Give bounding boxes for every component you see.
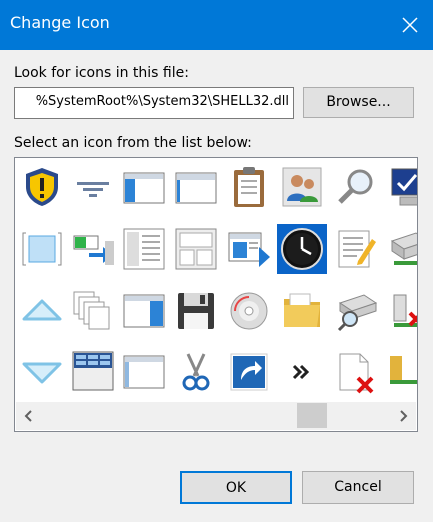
funnel-icon[interactable] [70, 164, 116, 210]
users-icon[interactable] [279, 164, 325, 210]
shield-warning-icon[interactable] [19, 164, 65, 210]
file-path-value: %SystemRoot%\System32\SHELL32.dll [35, 94, 289, 109]
window-blue-pane-icon[interactable] [121, 288, 167, 334]
computer-check-icon[interactable] [385, 164, 417, 210]
up-arrow-icon[interactable] [19, 288, 65, 334]
double-chevron-icon[interactable] [279, 349, 325, 395]
clock-icon[interactable] [277, 224, 327, 274]
taskbar-window-icon[interactable] [70, 349, 116, 395]
file-label: Look for icons in this file: [14, 65, 189, 81]
window-left-pane-icon[interactable] [121, 164, 167, 210]
chevron-right-icon [400, 410, 408, 422]
magnifier-icon[interactable] [333, 164, 379, 210]
browse-button[interactable]: Browse... [303, 87, 414, 118]
window-frame-icon[interactable] [173, 226, 219, 272]
scrollbar-thumb[interactable] [297, 403, 327, 428]
notepad-icon[interactable] [333, 226, 379, 272]
cancel-button[interactable]: Cancel [302, 471, 414, 504]
close-icon [402, 17, 418, 33]
horizontal-scrollbar[interactable] [16, 402, 416, 430]
change-icon-dialog: Change Icon Look for icons in this file:… [0, 0, 433, 522]
box-icon[interactable] [19, 226, 65, 272]
document-x-icon[interactable] [333, 349, 379, 395]
dialog-title: Change Icon [10, 13, 110, 32]
folder-icon[interactable] [279, 288, 325, 334]
stacked-pages-icon[interactable] [70, 288, 116, 334]
file-path-input[interactable]: %SystemRoot%\System32\SHELL32.dll [14, 87, 294, 119]
shortcut-arrow-icon[interactable] [226, 349, 272, 395]
scroll-left-button[interactable] [21, 408, 37, 424]
floppy-disk-icon[interactable] [173, 288, 219, 334]
folder-network-icon[interactable] [385, 349, 417, 395]
scissors-icon[interactable] [173, 349, 219, 395]
icon-list[interactable] [14, 157, 418, 432]
close-button[interactable] [388, 0, 433, 50]
network-drive-icon[interactable] [385, 226, 417, 272]
ok-button[interactable]: OK [180, 471, 292, 504]
clipboard-icon[interactable] [226, 164, 272, 210]
title-bar[interactable]: Change Icon [0, 0, 433, 50]
down-arrow-icon[interactable] [19, 349, 65, 395]
toggle-to-window-icon[interactable] [70, 226, 116, 272]
network-drive-x-icon[interactable] [385, 288, 417, 334]
icon-list-label: Select an icon from the list below: [14, 135, 252, 151]
window-tab-icon[interactable] [173, 164, 219, 210]
scroll-right-button[interactable] [395, 408, 411, 424]
search-drive-icon[interactable] [333, 288, 379, 334]
document-list-icon[interactable] [121, 226, 167, 272]
chevron-left-icon [24, 410, 32, 422]
window-arrow-icon[interactable] [226, 226, 272, 272]
window-icon[interactable] [121, 349, 167, 395]
cd-rom-icon[interactable] [226, 288, 272, 334]
